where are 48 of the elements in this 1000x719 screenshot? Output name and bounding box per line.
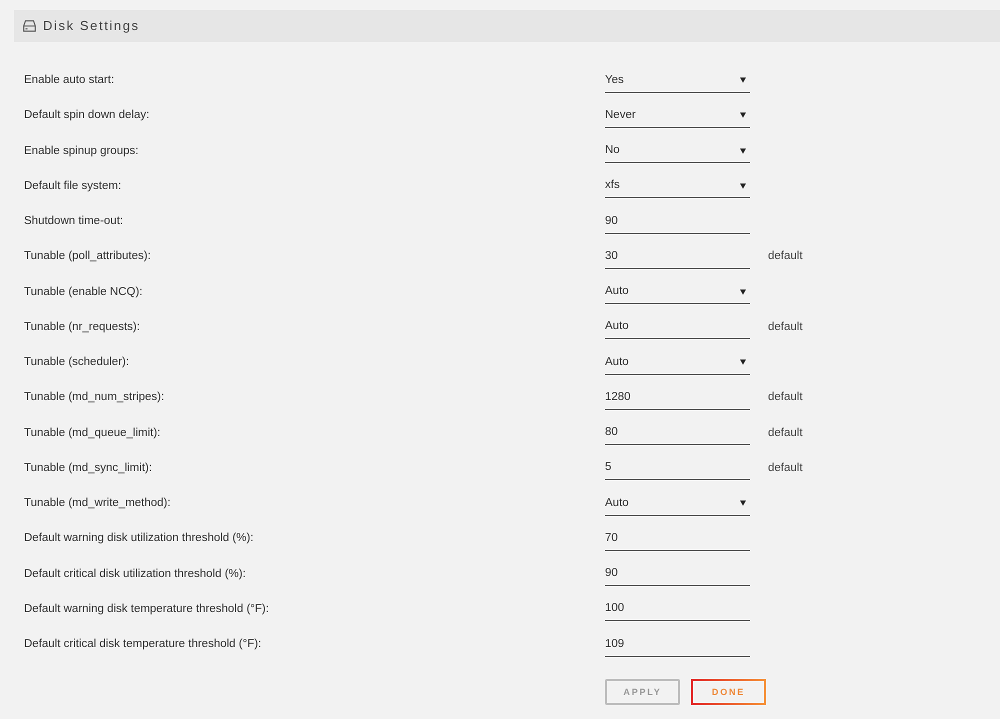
input-field[interactable]: 90 xyxy=(605,562,750,586)
setting-label: Default spin down delay: xyxy=(24,108,150,124)
setting-label: Tunable (enable NCQ): xyxy=(24,284,142,300)
select-field[interactable]: No xyxy=(605,139,750,164)
caret-icon xyxy=(740,77,746,84)
setting-label: Tunable (scheduler): xyxy=(24,355,130,370)
select-field[interactable]: xfs xyxy=(605,174,750,198)
setting-label: Default warning disk utilization threshold (%): xyxy=(24,531,254,546)
select-field[interactable]: Never xyxy=(605,104,750,128)
input-field[interactable]: 90 xyxy=(605,210,750,234)
setting-label: Tunable (md_num_stripes): xyxy=(24,390,164,406)
caret-icon xyxy=(740,112,746,118)
input-field[interactable]: 30 xyxy=(605,244,750,269)
select-field[interactable]: Auto xyxy=(605,492,750,516)
input-field[interactable]: 109 xyxy=(605,632,750,657)
input-field[interactable]: 70 xyxy=(605,526,750,551)
setting-label: Default critical disk temperature threshold (°F): xyxy=(24,637,262,652)
hard-drive-icon xyxy=(23,20,36,32)
default-note: default xyxy=(768,390,803,406)
caret-icon xyxy=(740,288,746,295)
setting-label: Tunable (md_sync_limit): xyxy=(24,460,152,476)
setting-label: Default warning disk temperature threshold (°F): xyxy=(24,602,269,617)
setting-label: Tunable (md_write_method): xyxy=(24,496,171,511)
default-note: default xyxy=(768,460,803,476)
caret-icon xyxy=(740,148,746,154)
input-field[interactable]: Auto xyxy=(605,315,750,340)
default-note: default xyxy=(768,249,803,264)
setting-label: Shutdown time-out: xyxy=(24,214,124,229)
setting-label: Tunable (md_queue_limit): xyxy=(24,426,160,440)
caret-icon xyxy=(740,359,746,366)
section-title: Disk Settings xyxy=(43,17,140,36)
default-note: default xyxy=(768,426,803,440)
input-field[interactable]: 1280 xyxy=(605,386,750,410)
select-field[interactable]: Yes xyxy=(605,68,750,93)
default-note: default xyxy=(768,320,803,335)
caret-icon xyxy=(740,182,746,189)
setting-label: Tunable (nr_requests): xyxy=(24,320,140,335)
setting-label: Enable auto start: xyxy=(24,73,114,88)
caret-icon xyxy=(740,500,746,506)
setting-label: Default critical disk utilization threshold (%): xyxy=(24,566,246,582)
input-field[interactable]: 5 xyxy=(605,456,750,480)
input-field[interactable]: 80 xyxy=(605,421,750,446)
select-field[interactable]: Auto xyxy=(605,350,750,375)
select-field[interactable]: Auto xyxy=(605,280,750,304)
setting-label: Default file system: xyxy=(24,178,122,194)
setting-label: Tunable (poll_attributes): xyxy=(24,249,151,264)
setting-label: Enable spinup groups: xyxy=(24,144,138,158)
input-field[interactable]: 100 xyxy=(605,597,750,622)
